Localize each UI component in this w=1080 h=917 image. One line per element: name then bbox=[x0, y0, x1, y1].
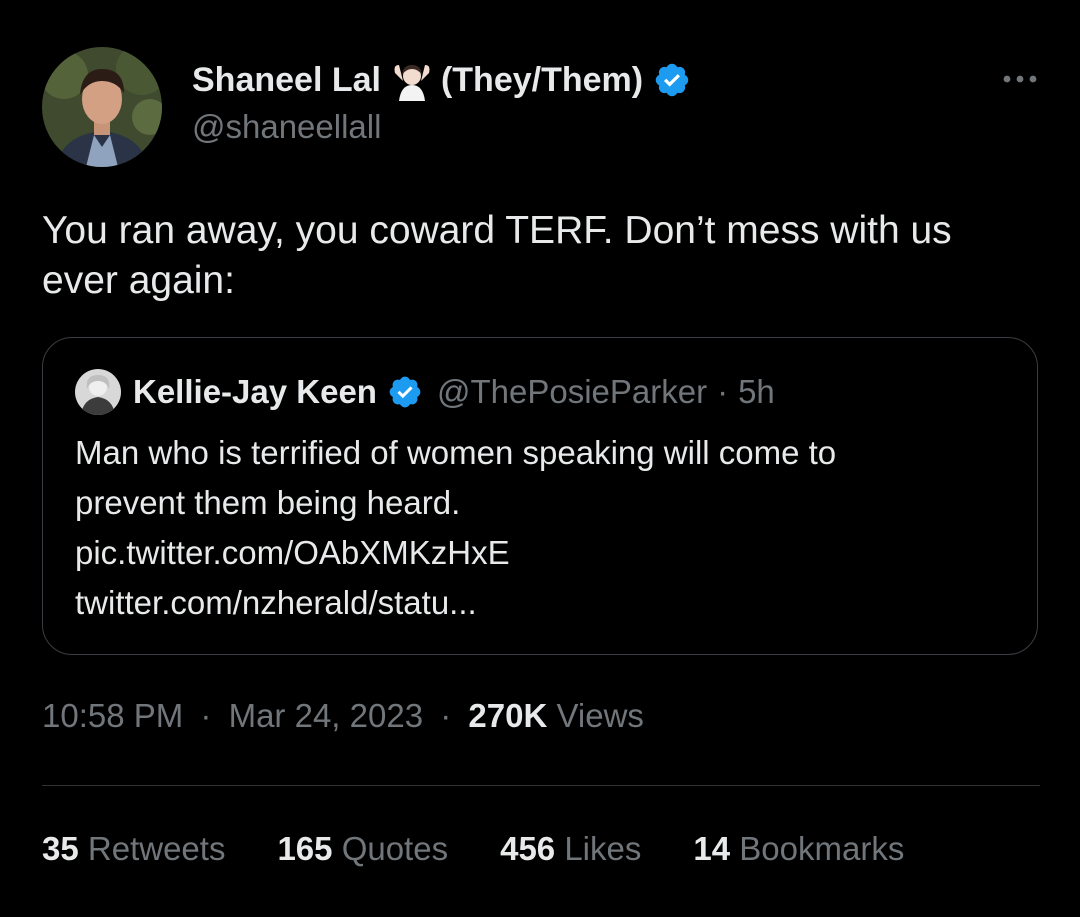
verified-badge-icon bbox=[387, 374, 423, 410]
quoted-author-avatar[interactable] bbox=[75, 369, 121, 415]
quoted-tweet-text: Man who is terrified of women speaking w… bbox=[75, 428, 1015, 628]
quoted-text-line: prevent them being heard. bbox=[75, 484, 461, 521]
views-separator: · bbox=[440, 697, 452, 734]
author-display-name[interactable]: Shaneel Lal bbox=[192, 61, 381, 100]
timestamp-separator: · bbox=[200, 697, 212, 734]
views-count: 270K bbox=[468, 697, 548, 734]
tweet-text: You ran away, you coward TERF. Don’t mes… bbox=[42, 206, 1042, 306]
retweets-label: Retweets bbox=[87, 830, 226, 867]
retweets-stat[interactable]: 35 Retweets bbox=[42, 830, 225, 868]
bookmarks-label: Bookmarks bbox=[739, 830, 905, 867]
quoted-tweet-age[interactable]: 5h bbox=[738, 373, 775, 411]
retweets-count: 35 bbox=[42, 830, 79, 867]
author-pronouns: (They/Them) bbox=[440, 60, 644, 99]
quoted-meta-separator: · bbox=[717, 373, 729, 410]
quoted-author-name[interactable]: Kellie-Jay Keen bbox=[133, 373, 377, 411]
quotes-stat[interactable]: 165 Quotes bbox=[277, 830, 448, 868]
likes-count: 456 bbox=[500, 830, 556, 867]
bookmarks-stat[interactable]: 14 Bookmarks bbox=[693, 830, 904, 868]
author-name-row: Shaneel Lal (They/Them) bbox=[192, 56, 691, 104]
quoted-tweet-card[interactable]: Kellie-Jay Keen @ThePosieParker · 5h Man… bbox=[42, 337, 1038, 655]
likes-label: Likes bbox=[564, 830, 642, 867]
quoted-tweet-header: Kellie-Jay Keen @ThePosieParker · 5h bbox=[75, 366, 775, 418]
quotes-label: Quotes bbox=[341, 830, 449, 867]
quoted-text-line: Man who is terrified of women speaking w… bbox=[75, 434, 837, 471]
more-horizontal-icon bbox=[1003, 75, 1037, 83]
tweet-text-line: You ran away, you coward TERF. Don’t mes… bbox=[42, 209, 952, 252]
person-with-raised-hands-emoji-icon bbox=[391, 59, 433, 101]
tweet-text-line: ever again: bbox=[42, 259, 235, 302]
more-options-button[interactable] bbox=[1000, 64, 1040, 94]
likes-stat[interactable]: 456 Likes bbox=[500, 830, 641, 868]
engagement-stats: 35 Retweets 165 Quotes 456 Likes 14 Book… bbox=[42, 830, 956, 868]
tweet-timestamp-row: 10:58 PM · Mar 24, 2023 · 270K Views bbox=[42, 697, 644, 735]
divider bbox=[42, 785, 1040, 786]
tweet-date[interactable]: Mar 24, 2023 bbox=[229, 697, 423, 734]
views-label: Views bbox=[556, 697, 644, 734]
bookmarks-count: 14 bbox=[693, 830, 731, 867]
quoted-status-link[interactable]: twitter.com/nzherald/statu... bbox=[75, 578, 1015, 628]
author-handle[interactable]: @shaneellall bbox=[192, 108, 381, 146]
tweet-time[interactable]: 10:58 PM bbox=[42, 697, 183, 734]
quoted-pic-link[interactable]: pic.twitter.com/OAbXMKzHxE bbox=[75, 528, 1015, 578]
author-avatar[interactable] bbox=[42, 47, 162, 167]
quotes-count: 165 bbox=[277, 830, 333, 867]
quoted-author-handle[interactable]: @ThePosieParker bbox=[437, 373, 707, 411]
verified-badge-icon bbox=[653, 61, 691, 99]
